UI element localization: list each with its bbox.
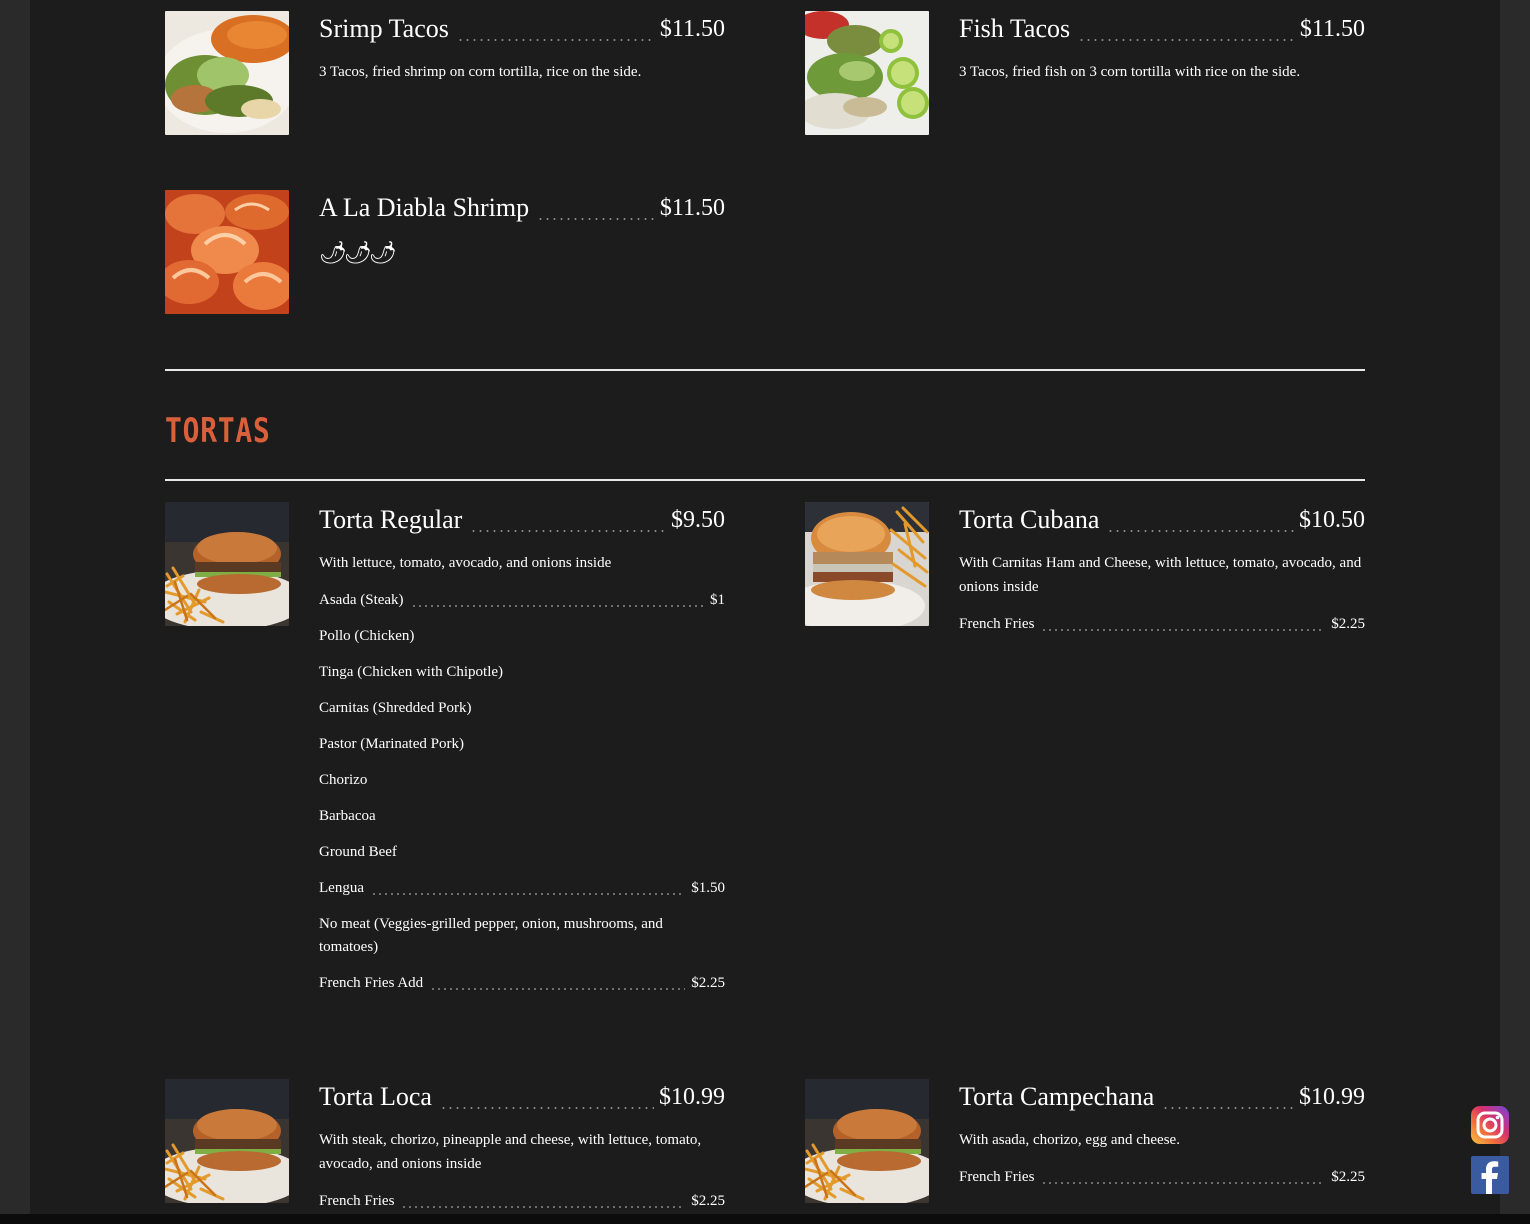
item-name: Torta Campechana — [959, 1082, 1155, 1111]
leader-dots — [430, 988, 686, 990]
option-name: Lengua — [319, 880, 364, 896]
option-name: Barbacoa — [319, 808, 376, 824]
leader-dots — [1107, 530, 1294, 532]
option-name: No meat (Veggies-grilled pepper, onion, … — [319, 916, 663, 955]
option-price: $2.25 — [1331, 1169, 1365, 1185]
option-price: $1 — [710, 592, 725, 608]
torta-campechana-photo[interactable] — [805, 1079, 929, 1203]
item-description: 3 Tacos, fried shrimp on corn tortilla, … — [319, 64, 642, 80]
torta-cubana-photo[interactable] — [805, 502, 929, 626]
leader-dots — [370, 893, 686, 895]
option-name: French Fries — [319, 1193, 395, 1209]
item-price: $11.50 — [659, 16, 725, 42]
option-pastor: Pastor (Marinated Pork) — [319, 733, 725, 756]
facebook-icon[interactable] — [1471, 1156, 1509, 1194]
item-name: Fish Tacos — [959, 14, 1071, 43]
leader-dots — [401, 1206, 686, 1208]
item-price: $10.99 — [1299, 1084, 1365, 1110]
section-title-tortas: TORTAS — [165, 411, 271, 451]
item-price: $11.50 — [659, 195, 725, 221]
option-name: Asada (Steak) — [319, 592, 404, 608]
option-french-fries-add: French Fries Add $2.25 — [319, 972, 725, 995]
section-divider — [165, 369, 1365, 371]
leader-dots — [1041, 629, 1326, 631]
option-price: $2.25 — [1331, 616, 1365, 632]
option-no-meat: No meat (Veggies-grilled pepper, onion, … — [319, 913, 725, 959]
option-name: Chorizo — [319, 772, 368, 788]
item-description: With lettuce, tomato, avocado, and onion… — [319, 555, 612, 571]
torta-loca-photo[interactable] — [165, 1079, 289, 1203]
option-tinga: Tinga (Chicken with Chipotle) — [319, 661, 725, 684]
torta-regular-photo[interactable] — [165, 502, 289, 626]
leader-dots — [1078, 39, 1295, 41]
item-name: Torta Regular — [319, 505, 463, 534]
item-price: $11.50 — [1299, 16, 1365, 42]
item-price: $9.50 — [671, 507, 725, 533]
item-description: With steak, chorizo, pineapple and chees… — [319, 1132, 702, 1172]
menu-page: Srimp Tacos $11.50 3 Tacos, fried shrimp… — [30, 0, 1500, 1224]
item-description: With asada, chorizo, egg and cheese. — [959, 1132, 1180, 1148]
spicy-chili-icon: 🌶🌶🌶 — [319, 240, 397, 265]
item-name: Torta Cubana — [959, 505, 1100, 534]
option-ground-beef: Ground Beef — [319, 841, 725, 864]
option-chorizo: Chorizo — [319, 769, 725, 792]
option-name: French Fries — [959, 1169, 1035, 1185]
leader-dots — [1162, 1107, 1294, 1109]
item-name: Torta Loca — [319, 1082, 432, 1111]
leader-dots — [456, 39, 655, 41]
option-name: French Fries Add — [319, 975, 424, 991]
leader-dots — [439, 1107, 654, 1109]
option-name: Pastor (Marinated Pork) — [319, 736, 464, 752]
item-name: A La Diabla Shrimp — [319, 193, 530, 222]
option-asada: Asada (Steak) $1 — [319, 589, 725, 612]
section-divider — [165, 479, 1365, 481]
item-name: Srimp Tacos — [319, 14, 449, 43]
option-name: Ground Beef — [319, 844, 397, 860]
item-price: $10.99 — [659, 1084, 725, 1110]
option-name: Pollo (Chicken) — [319, 628, 415, 644]
option-french-fries: French Fries $2.25 — [959, 613, 1365, 636]
option-french-fries: French Fries $2.25 — [959, 1166, 1365, 1189]
item-description: 3 Tacos, fried fish on 3 corn tortilla w… — [959, 64, 1301, 80]
option-price: $2.25 — [691, 975, 725, 991]
option-lengua: Lengua $1.50 — [319, 877, 725, 900]
option-name: Carnitas (Shredded Pork) — [319, 700, 472, 716]
fish-tacos-photo[interactable] — [805, 11, 929, 135]
diabla-shrimp-photo[interactable] — [165, 190, 289, 314]
option-name: Tinga (Chicken with Chipotle) — [319, 664, 504, 680]
leader-dots — [537, 218, 655, 220]
instagram-icon[interactable] — [1471, 1106, 1509, 1144]
leader-dots — [410, 605, 704, 607]
option-price: $2.25 — [691, 1193, 725, 1209]
leader-dots — [1041, 1182, 1326, 1184]
bottom-edge-bar — [0, 1214, 1530, 1224]
option-price: $1.50 — [691, 880, 725, 896]
item-description: With Carnitas Ham and Cheese, with lettu… — [959, 555, 1362, 595]
option-barbacoa: Barbacoa — [319, 805, 725, 828]
option-carnitas: Carnitas (Shredded Pork) — [319, 697, 725, 720]
option-french-fries: French Fries $2.25 — [319, 1190, 725, 1213]
option-pollo: Pollo (Chicken) — [319, 625, 725, 648]
leader-dots — [470, 530, 666, 532]
item-price: $10.50 — [1299, 507, 1365, 533]
option-name: French Fries — [959, 616, 1035, 632]
shrimp-tacos-photo[interactable] — [165, 11, 289, 135]
